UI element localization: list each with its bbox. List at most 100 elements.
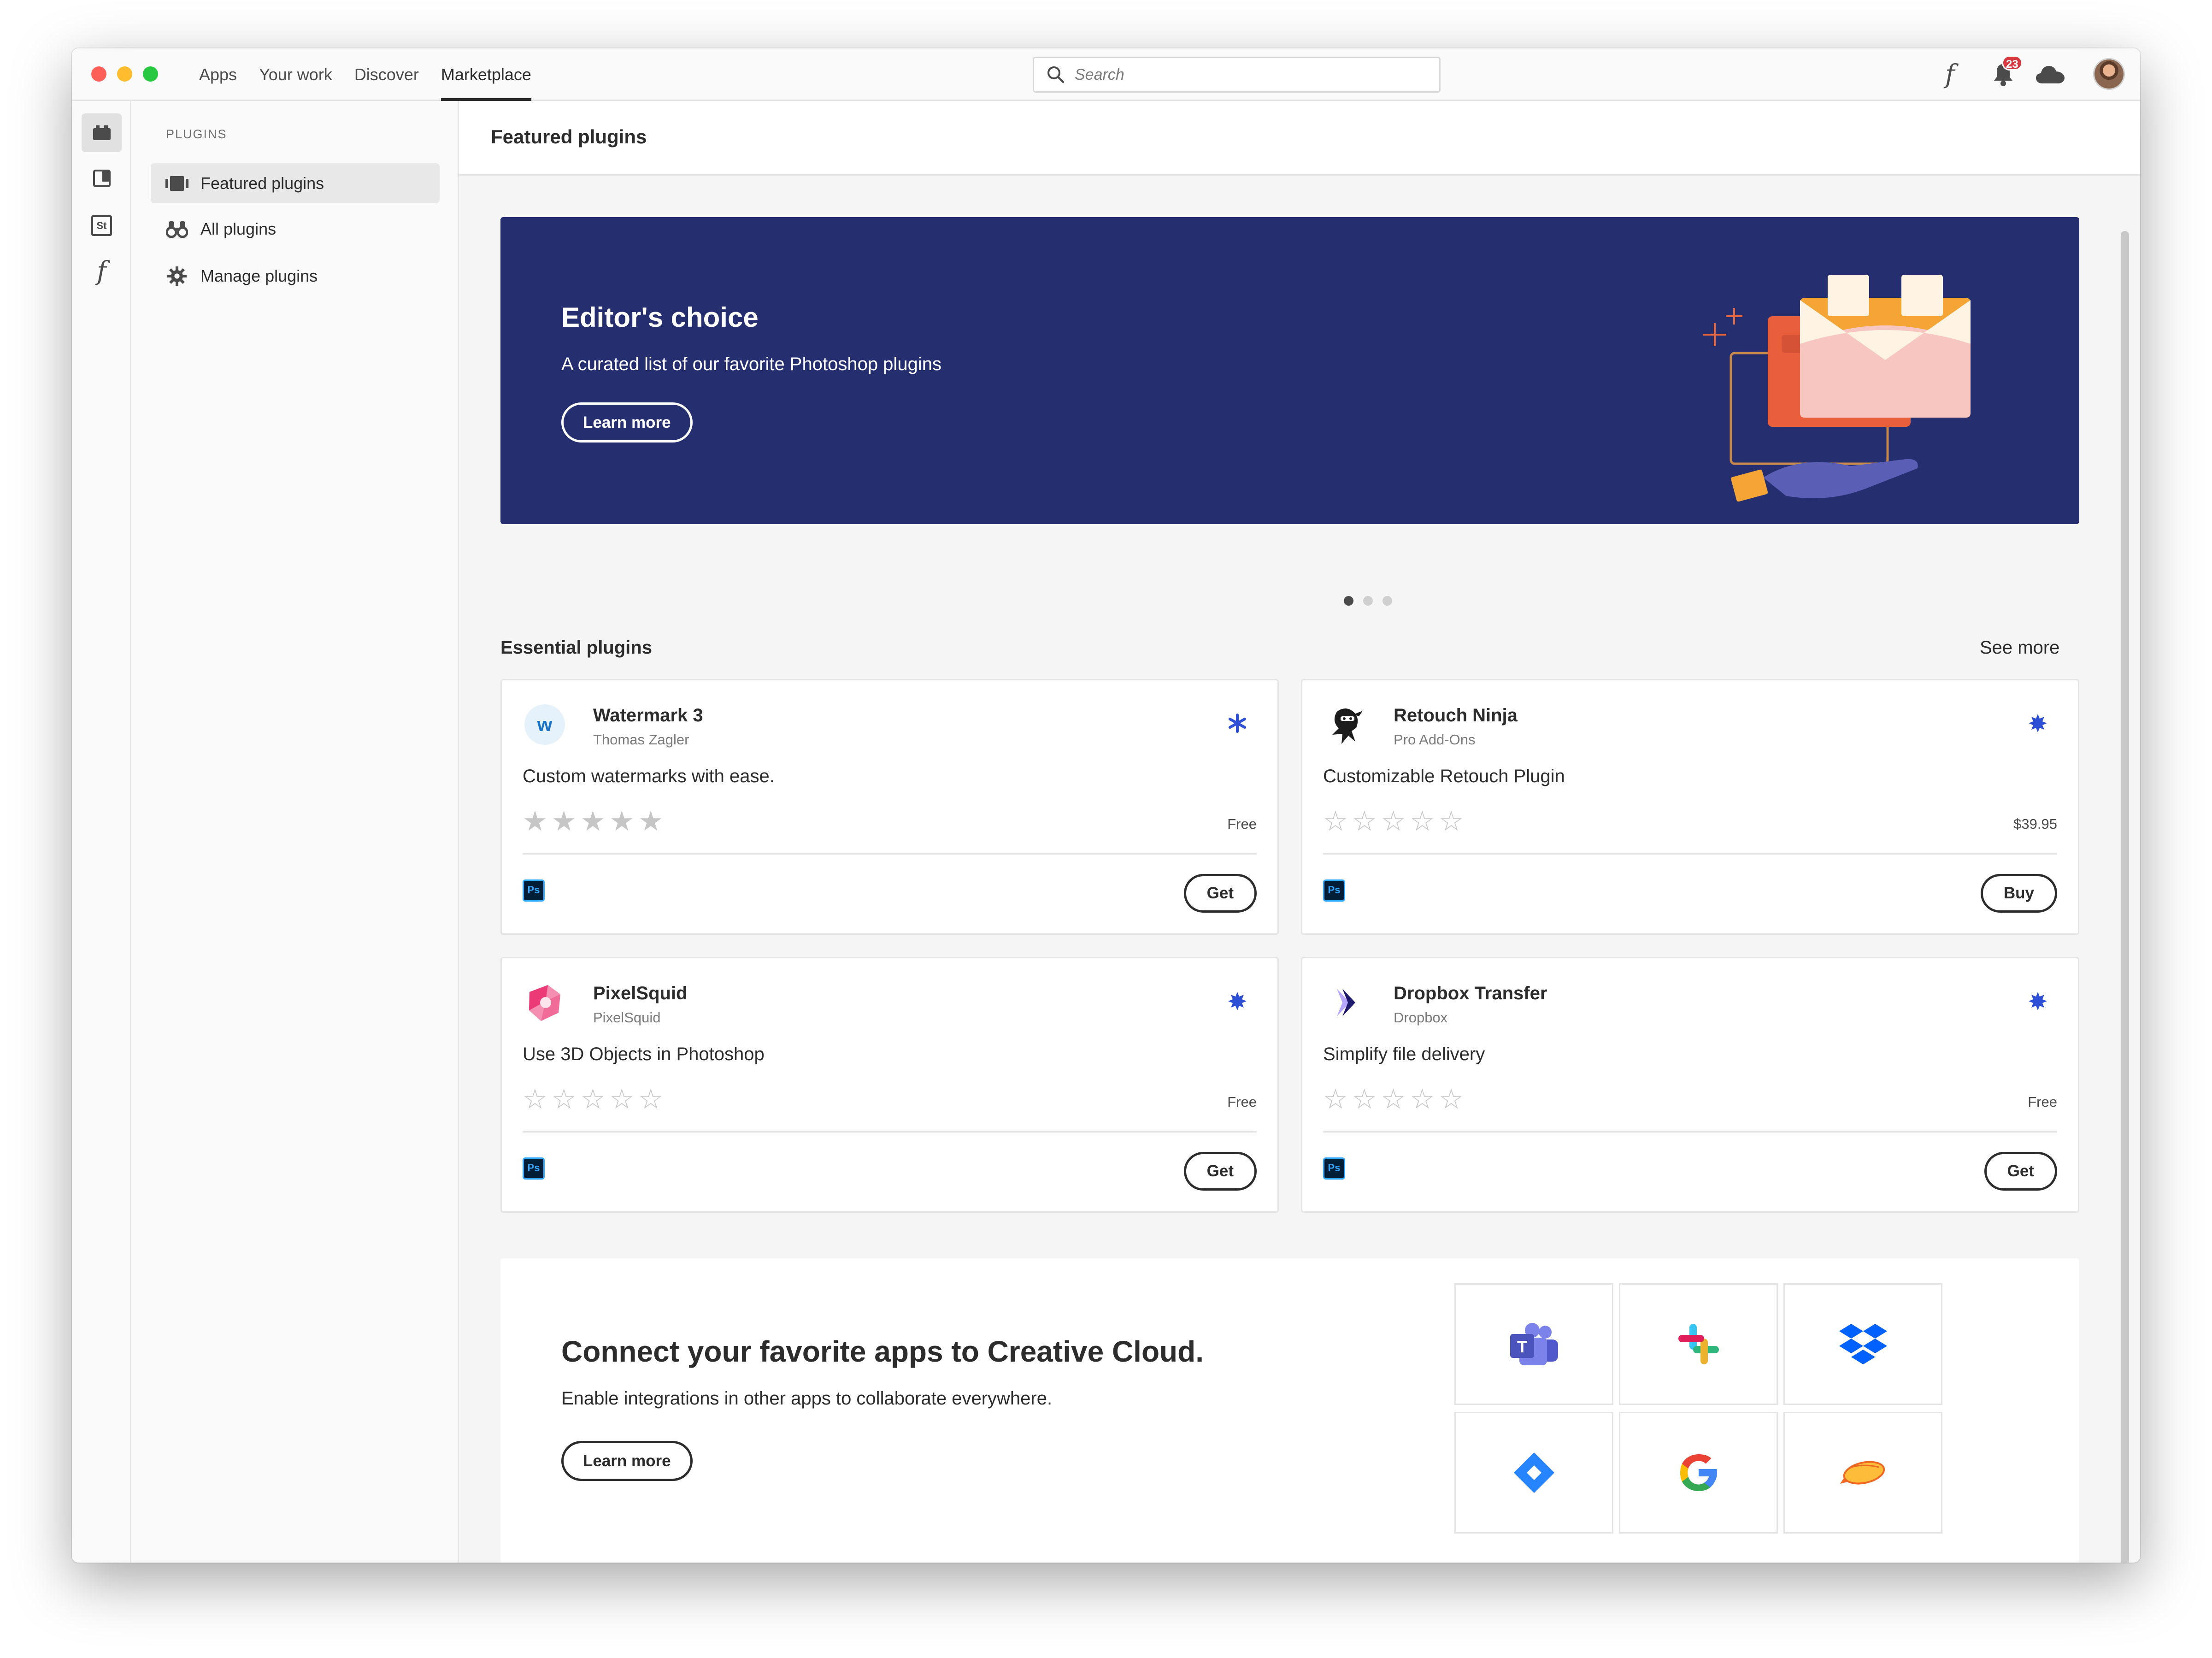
star-icon[interactable]: ★ xyxy=(552,808,577,835)
star-icon[interactable]: ☆ xyxy=(1323,808,1348,835)
star-icon[interactable]: ☆ xyxy=(552,1086,577,1113)
gear-icon xyxy=(167,266,187,286)
top-nav: Apps Your work Discover Marketplace xyxy=(188,48,542,101)
minimize-window-button[interactable] xyxy=(117,66,132,82)
app-window: Apps Your work Discover Marketplace Sear… xyxy=(72,48,2140,1563)
star-icon[interactable]: ★ xyxy=(581,808,606,835)
sidebar-item-label: Manage plugins xyxy=(200,266,318,285)
app-tile-jira[interactable] xyxy=(1454,1412,1613,1534)
plugin-name: Watermark 3 xyxy=(593,705,703,726)
app-tile-zeplin[interactable] xyxy=(1783,1412,1942,1534)
sidebar-item-manage-plugins[interactable]: Manage plugins xyxy=(151,256,440,296)
vertical-scrollbar[interactable] xyxy=(2121,231,2129,1563)
rail-stock[interactable]: St xyxy=(82,206,122,245)
see-more-link[interactable]: See more xyxy=(1980,637,2059,658)
maximize-window-button[interactable] xyxy=(143,66,158,82)
watermark-logo-icon: w xyxy=(524,704,565,745)
star-icon[interactable]: ★ xyxy=(638,808,663,835)
star-rating[interactable]: ☆ ☆ ☆ ☆ ☆ xyxy=(1323,808,1464,835)
jira-icon xyxy=(1513,1452,1554,1493)
close-window-button[interactable] xyxy=(91,66,106,82)
rail-plugins[interactable] xyxy=(82,113,122,152)
plugin-card[interactable]: Retouch Ninja Pro Add-Ons Customizable R… xyxy=(1301,679,2079,935)
slack-icon xyxy=(1678,1324,1719,1364)
carousel-dot[interactable] xyxy=(1363,596,1373,606)
title-bar: Apps Your work Discover Marketplace Sear… xyxy=(72,48,2140,101)
app-tile-google[interactable] xyxy=(1619,1412,1778,1534)
get-button[interactable]: Get xyxy=(1183,874,1257,913)
connect-apps-panel: Connect your favorite apps to Creative C… xyxy=(500,1258,2079,1563)
star-icon[interactable]: ☆ xyxy=(638,1086,663,1113)
dropbox-transfer-logo-icon xyxy=(1337,989,1355,1016)
plugin-price: Free xyxy=(2028,1094,2057,1110)
plugin-description: Simplify file delivery xyxy=(1323,1044,1485,1064)
star-rating[interactable]: ☆ ☆ ☆ ☆ ☆ xyxy=(1323,1086,1464,1113)
dropbox-icon xyxy=(1839,1324,1887,1364)
plugin-author: Thomas Zagler xyxy=(593,732,689,748)
star-icon[interactable]: ☆ xyxy=(1352,808,1377,835)
star-icon[interactable]: ☆ xyxy=(1352,1086,1377,1113)
fonts-icon: f xyxy=(97,256,106,286)
carousel-dot[interactable] xyxy=(1344,596,1353,606)
star-icon[interactable]: ☆ xyxy=(1410,1086,1435,1113)
plugin-author: Pro Add-Ons xyxy=(1394,732,1476,748)
rail-fonts[interactable]: f xyxy=(82,252,122,290)
star-rating[interactable]: ★ ★ ★ ★ ★ xyxy=(523,808,663,835)
featured-badge-icon xyxy=(1228,992,1247,1010)
search-icon xyxy=(1047,66,1065,83)
plugin-author: Dropbox xyxy=(1394,1009,1448,1026)
svg-text:w: w xyxy=(537,714,553,735)
get-button[interactable]: Get xyxy=(1183,1152,1257,1191)
binoculars-icon xyxy=(166,221,188,238)
star-icon[interactable]: ☆ xyxy=(581,1086,606,1113)
star-icon[interactable]: ☆ xyxy=(1381,1086,1406,1113)
main-header: Featured plugins xyxy=(459,101,2140,176)
avatar[interactable] xyxy=(2093,58,2125,90)
pixelsquid-logo-icon xyxy=(529,985,560,1021)
plugin-description: Custom watermarks with ease. xyxy=(523,766,775,786)
star-icon[interactable]: ☆ xyxy=(523,1086,547,1113)
plugin-card[interactable]: PixelSquid PixelSquid Use 3D Objects in … xyxy=(500,957,1279,1213)
star-rating[interactable]: ☆ ☆ ☆ ☆ ☆ xyxy=(523,1086,663,1113)
app-tile-slack[interactable] xyxy=(1619,1283,1778,1405)
star-icon[interactable]: ☆ xyxy=(1439,1086,1464,1113)
tab-marketplace[interactable]: Marketplace xyxy=(430,48,542,101)
star-icon[interactable]: ★ xyxy=(609,808,634,835)
featured-badge-icon xyxy=(1229,714,1246,733)
carousel-dot[interactable] xyxy=(1382,596,1392,606)
hero-learn-more-button[interactable]: Learn more xyxy=(561,402,693,443)
tab-apps[interactable]: Apps xyxy=(188,48,248,101)
star-icon[interactable]: ☆ xyxy=(1439,808,1464,835)
star-icon[interactable]: ★ xyxy=(523,808,547,835)
search-placeholder: Search xyxy=(1075,65,1124,83)
plugin-name: Dropbox Transfer xyxy=(1394,983,1547,1003)
search-input[interactable]: Search xyxy=(1033,57,1441,93)
carousel-dots xyxy=(1344,596,1392,606)
app-tile-teams[interactable]: T xyxy=(1454,1283,1613,1405)
star-icon[interactable]: ☆ xyxy=(609,1086,634,1113)
tab-your-work[interactable]: Your work xyxy=(248,48,343,101)
star-icon[interactable]: ☆ xyxy=(1381,808,1406,835)
tab-discover[interactable]: Discover xyxy=(343,48,430,101)
plugin-card[interactable]: Dropbox Transfer Dropbox Simplify file d… xyxy=(1301,957,2079,1213)
sidebar-heading: PLUGINS xyxy=(166,127,227,141)
font-icon[interactable]: f xyxy=(1945,59,1955,89)
connect-learn-more-button[interactable]: Learn more xyxy=(561,1441,693,1481)
featured-badge-icon xyxy=(2029,714,2047,732)
buy-button[interactable]: Buy xyxy=(1980,874,2057,913)
section-title: Essential plugins xyxy=(500,637,652,658)
app-tile-dropbox[interactable] xyxy=(1783,1283,1942,1405)
sidebar-item-featured-plugins[interactable]: Featured plugins xyxy=(151,163,440,203)
cloud-icon[interactable] xyxy=(2035,65,2065,84)
sidebar-item-label: Featured plugins xyxy=(200,173,324,193)
rail-libraries[interactable] xyxy=(82,159,122,198)
plugin-card[interactable]: w Watermark 3 Thomas Zagler Custom water… xyxy=(500,679,1279,935)
libraries-icon xyxy=(93,170,111,187)
star-icon[interactable]: ☆ xyxy=(1323,1086,1348,1113)
sidebar-item-all-plugins[interactable]: All plugins xyxy=(151,209,440,249)
stock-icon: St xyxy=(91,215,112,236)
plugin-name: PixelSquid xyxy=(593,983,688,1003)
photoshop-app-icon: Ps xyxy=(1323,1157,1345,1180)
star-icon[interactable]: ☆ xyxy=(1410,808,1435,835)
get-button[interactable]: Get xyxy=(1984,1152,2057,1191)
